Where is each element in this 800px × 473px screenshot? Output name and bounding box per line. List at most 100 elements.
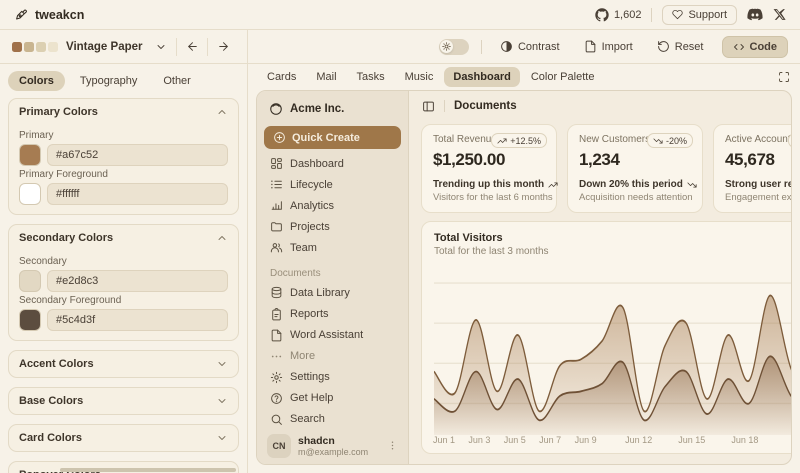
- brand[interactable]: tweakcn: [14, 8, 84, 22]
- x-tick: Jun 12: [625, 435, 652, 445]
- preview-tab-bar: Cards Mail Tasks Music Dashboard Color P…: [248, 64, 800, 90]
- code-button[interactable]: Code: [722, 36, 789, 58]
- chevron-down-icon: [216, 395, 228, 407]
- quick-create-button[interactable]: Quick Create: [264, 126, 401, 149]
- undo-button[interactable]: [180, 37, 204, 57]
- hex-input-secondary-foreground[interactable]: [47, 309, 228, 331]
- nav-item-settings[interactable]: Settings: [264, 367, 401, 388]
- trending-down-icon: [653, 136, 663, 146]
- contrast-button[interactable]: Contrast: [494, 36, 566, 57]
- editor-tab-bar: Colors Typography Other: [8, 70, 239, 92]
- user-name: shadcn: [298, 435, 380, 447]
- color-swatch-secondary-foreground[interactable]: [19, 309, 41, 331]
- user-menu[interactable]: CN shadcn m@example.com: [264, 430, 401, 458]
- discord-icon[interactable]: [747, 8, 763, 21]
- field-label: Primary: [19, 130, 228, 141]
- color-swatch-primary[interactable]: [19, 144, 41, 166]
- section-header[interactable]: Primary Colors: [9, 99, 238, 125]
- section-header[interactable]: Base Colors: [9, 388, 238, 414]
- github-icon: [595, 8, 609, 22]
- hex-input-primary[interactable]: [47, 144, 228, 166]
- import-button[interactable]: Import: [578, 36, 639, 57]
- horizontal-scrollbar[interactable]: [60, 468, 236, 472]
- nav-item-analytics[interactable]: Analytics: [264, 195, 401, 216]
- section-title: Base Colors: [19, 395, 83, 407]
- stat-line1: Down 20% this period: [579, 179, 683, 190]
- stat-value: 45,678: [725, 150, 791, 170]
- chevron-up-icon: [216, 106, 228, 118]
- section-header[interactable]: Secondary Colors: [9, 225, 238, 251]
- theme-swatches: [12, 42, 58, 52]
- github-stars[interactable]: 1,602: [595, 8, 642, 22]
- nav-label: Projects: [290, 221, 330, 233]
- stat-line2: Engagement exceed targets: [725, 192, 791, 203]
- reset-button[interactable]: Reset: [651, 36, 710, 57]
- section-primary-colors: Primary Colors Primary Primary Foregroun…: [8, 98, 239, 215]
- inner-shadow-icon: [269, 102, 283, 116]
- divider: [207, 38, 208, 56]
- theme-swatch-4: [48, 42, 58, 52]
- theme-dropdown-button[interactable]: [149, 37, 173, 57]
- tab-mail[interactable]: Mail: [307, 67, 345, 87]
- color-swatch-primary-foreground[interactable]: [19, 183, 41, 205]
- hex-input-primary-foreground[interactable]: [47, 183, 228, 205]
- ellipsis-vertical-icon: [387, 440, 398, 451]
- chart-title: Total Visitors: [434, 232, 791, 244]
- section-header[interactable]: Accent Colors: [9, 351, 238, 377]
- import-label: Import: [602, 41, 633, 53]
- nav-item-projects[interactable]: Projects: [264, 216, 401, 237]
- nav-label: Lifecycle: [290, 179, 333, 191]
- stat-line1: Strong user retention: [725, 179, 791, 190]
- list-details-icon: [270, 178, 283, 191]
- company-switcher[interactable]: Acme Inc.: [264, 98, 401, 120]
- x-tick: Jun 18: [731, 435, 758, 445]
- tab-tasks[interactable]: Tasks: [348, 67, 394, 87]
- fullscreen-button[interactable]: [778, 71, 790, 83]
- tab-other[interactable]: Other: [152, 71, 202, 91]
- trend-badge: +12.5%: [491, 133, 547, 148]
- nav-label: Analytics: [290, 200, 334, 212]
- nav-item-more[interactable]: More: [264, 346, 401, 367]
- tab-colors[interactable]: Colors: [8, 71, 65, 91]
- section-header[interactable]: Card Colors: [9, 425, 238, 451]
- company-name: Acme Inc.: [290, 103, 344, 115]
- x-tick: Jun 1: [433, 435, 455, 445]
- plus-circle-icon: [273, 131, 286, 144]
- nav-item-get-help[interactable]: Get Help: [264, 388, 401, 409]
- trending-up-icon: [497, 136, 507, 146]
- hex-input-secondary[interactable]: [47, 270, 228, 292]
- support-button[interactable]: Support: [662, 5, 737, 25]
- section-title: Primary Colors: [19, 106, 98, 118]
- navbar-actions: 1,602 Support: [595, 5, 786, 25]
- nav-item-reports[interactable]: Reports: [264, 303, 401, 324]
- quick-create-label: Quick Create: [292, 132, 360, 144]
- tab-dashboard[interactable]: Dashboard: [444, 67, 519, 87]
- chart-subtitle: Total for the last 3 months: [434, 246, 791, 257]
- stat-card-total-revenue: Total Revenue +12.5% $1,250.00 Trending …: [421, 124, 557, 213]
- nav-item-data-library[interactable]: Data Library: [264, 282, 401, 303]
- trend-badge: -20%: [647, 133, 693, 148]
- theme-name[interactable]: Vintage Paper: [66, 41, 143, 53]
- theme-toolbar: Vintage Paper: [0, 30, 800, 64]
- section-title: Secondary Colors: [19, 232, 113, 244]
- tab-color-palette[interactable]: Color Palette: [522, 67, 604, 87]
- gear-icon: [270, 371, 283, 384]
- section-accent-colors: Accent Colors: [8, 350, 239, 378]
- panel-left-toggle-icon[interactable]: [422, 100, 435, 113]
- tab-typography[interactable]: Typography: [69, 71, 148, 91]
- nav-item-dashboard[interactable]: Dashboard: [264, 153, 401, 174]
- redo-button[interactable]: [211, 37, 235, 57]
- tab-cards[interactable]: Cards: [258, 67, 305, 87]
- light-dark-toggle[interactable]: [439, 39, 469, 55]
- divider: [651, 8, 652, 22]
- nav-item-team[interactable]: Team: [264, 237, 401, 258]
- tab-music[interactable]: Music: [396, 67, 443, 87]
- color-swatch-secondary[interactable]: [19, 270, 41, 292]
- nav-item-search[interactable]: Search: [264, 409, 401, 430]
- x-logo-icon[interactable]: [773, 8, 786, 21]
- brand-name: tweakcn: [35, 8, 84, 22]
- nav-item-lifecycle[interactable]: Lifecycle: [264, 174, 401, 195]
- field-label: Secondary: [19, 256, 228, 267]
- chevron-up-icon: [216, 232, 228, 244]
- nav-item-word-assistant[interactable]: Word Assistant: [264, 325, 401, 346]
